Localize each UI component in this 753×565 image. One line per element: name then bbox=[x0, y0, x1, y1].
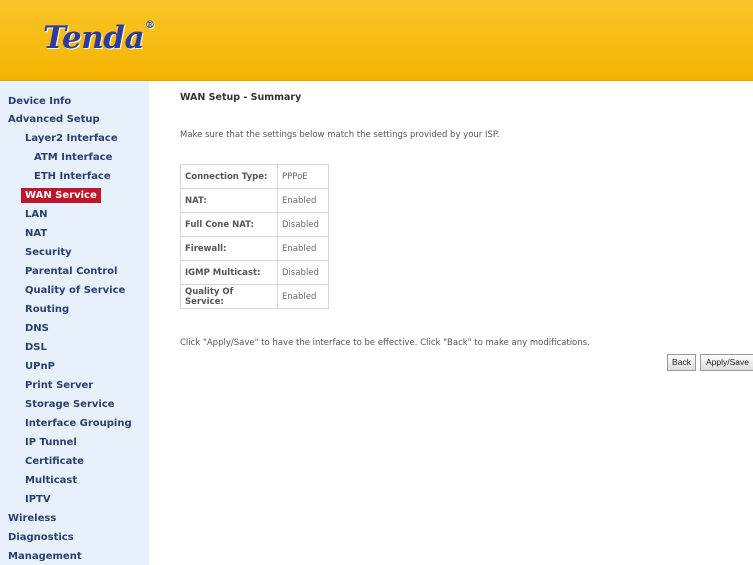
sidebar-item-iptv[interactable]: IPTV bbox=[25, 492, 51, 507]
sidebar-item-wireless[interactable]: Wireless bbox=[8, 511, 56, 526]
row-label: NAT: bbox=[180, 188, 278, 213]
row-value: Disabled bbox=[277, 260, 329, 285]
row-value: Enabled bbox=[277, 236, 329, 261]
sidebar-item-eth-interface[interactable]: ETH Interface bbox=[34, 169, 111, 184]
main-content: WAN Setup - Summary Make sure that the s… bbox=[150, 81, 753, 565]
sidebar-item-management[interactable]: Management bbox=[8, 549, 82, 564]
row-value: Enabled bbox=[277, 284, 329, 309]
sidebar-item-ip-tunnel[interactable]: IP Tunnel bbox=[25, 435, 77, 450]
row-value: PPPoE bbox=[277, 164, 329, 189]
sidebar-nav: Device Info Advanced Setup Layer2 Interf… bbox=[0, 81, 149, 565]
sidebar-item-dsl[interactable]: DSL bbox=[25, 340, 47, 355]
row-value: Enabled bbox=[277, 188, 329, 213]
row-label: Firewall: bbox=[180, 236, 278, 261]
sidebar-item-dns[interactable]: DNS bbox=[25, 321, 49, 336]
sidebar-item-certificate[interactable]: Certificate bbox=[25, 454, 84, 469]
back-button[interactable]: Back bbox=[667, 354, 696, 371]
apply-save-button[interactable]: Apply/Save bbox=[700, 354, 753, 371]
sidebar-item-lan[interactable]: LAN bbox=[25, 207, 47, 222]
sidebar-item-wan-service[interactable]: WAN Service bbox=[21, 188, 101, 203]
intro-text: Make sure that the settings below match … bbox=[180, 130, 500, 140]
sidebar-item-layer2-interface[interactable]: Layer2 Interface bbox=[25, 131, 118, 146]
apply-note: Click "Apply/Save" to have the interface… bbox=[180, 338, 590, 348]
sidebar-item-upnp[interactable]: UPnP bbox=[25, 359, 55, 374]
row-label: Full Cone NAT: bbox=[180, 212, 278, 237]
sidebar-item-multicast[interactable]: Multicast bbox=[25, 473, 77, 488]
table-row: Full Cone NAT: Disabled bbox=[180, 212, 329, 237]
table-row: Firewall: Enabled bbox=[180, 236, 329, 261]
table-row: NAT: Enabled bbox=[180, 188, 329, 213]
header-banner: Tenda® bbox=[0, 0, 753, 81]
row-value: Disabled bbox=[277, 212, 329, 237]
sidebar-item-atm-interface[interactable]: ATM Interface bbox=[34, 150, 112, 165]
logo-registered-mark: ® bbox=[145, 20, 155, 31]
table-row: Quality Of Service: Enabled bbox=[180, 284, 329, 309]
page-title: WAN Setup - Summary bbox=[180, 92, 302, 103]
sidebar-item-security[interactable]: Security bbox=[25, 245, 72, 260]
logo-text: Tenda bbox=[43, 20, 145, 56]
sidebar-item-print-server[interactable]: Print Server bbox=[25, 378, 93, 393]
sidebar-item-device-info[interactable]: Device Info bbox=[8, 94, 71, 109]
sidebar-item-quality-of-service[interactable]: Quality of Service bbox=[25, 283, 125, 298]
sidebar-item-parental-control[interactable]: Parental Control bbox=[25, 264, 117, 279]
row-label: Connection Type: bbox=[180, 164, 278, 189]
tenda-logo: Tenda® bbox=[43, 20, 155, 56]
row-label: Quality Of Service: bbox=[180, 284, 278, 309]
table-row: Connection Type: PPPoE bbox=[180, 164, 329, 189]
row-label: IGMP Multicast: bbox=[180, 260, 278, 285]
table-row: IGMP Multicast: Disabled bbox=[180, 260, 329, 285]
sidebar-item-interface-grouping[interactable]: Interface Grouping bbox=[25, 416, 132, 431]
summary-table: Connection Type: PPPoE NAT: Enabled Full… bbox=[180, 164, 329, 309]
sidebar-item-storage-service[interactable]: Storage Service bbox=[25, 397, 115, 412]
sidebar-item-advanced-setup[interactable]: Advanced Setup bbox=[8, 112, 100, 127]
sidebar-item-nat[interactable]: NAT bbox=[25, 226, 47, 241]
sidebar-item-routing[interactable]: Routing bbox=[25, 302, 69, 317]
sidebar-item-diagnostics[interactable]: Diagnostics bbox=[8, 530, 74, 545]
